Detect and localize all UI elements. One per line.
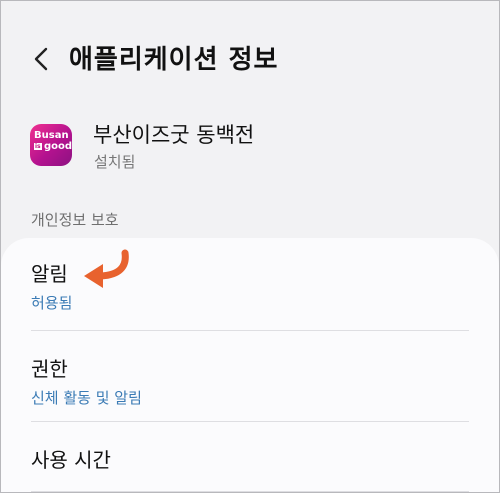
- section-header-privacy: 개인정보 보호: [31, 211, 119, 229]
- permissions-summary: 신체 활동 및 알림: [31, 389, 142, 407]
- app-icon-text-is: is: [34, 143, 42, 150]
- app-install-status: 설치됨: [94, 153, 136, 171]
- top-app-bar: 애플리케이션 정보: [1, 29, 499, 89]
- notifications-title: 알림: [31, 262, 68, 286]
- busan-is-good-app-icon: Busan is good: [30, 124, 72, 166]
- page-title: 애플리케이션 정보: [69, 45, 279, 75]
- divider: [31, 491, 469, 492]
- app-name: 부산이즈굿 동백전: [93, 123, 255, 147]
- notifications-item[interactable]: 알림 허용됨: [1, 238, 499, 330]
- app-summary: Busan is good 부산이즈굿 동백전 설치됨: [1, 109, 499, 185]
- notifications-status: 허용됨: [31, 294, 73, 312]
- app-icon-text-good: good: [44, 141, 72, 152]
- chevron-left-icon: [34, 47, 48, 71]
- permissions-item[interactable]: 권한 신체 활동 및 알림: [1, 331, 499, 421]
- back-button[interactable]: [23, 37, 63, 81]
- usage-time-title: 사용 시간: [31, 448, 111, 472]
- permissions-title: 권한: [31, 357, 68, 381]
- usage-time-item[interactable]: 사용 시간: [1, 422, 499, 492]
- app-icon-text-busan: Busan: [34, 130, 69, 141]
- app-info-screen: 애플리케이션 정보 Busan is good 부산이즈굿 동백전 설치됨 개인…: [0, 0, 500, 493]
- settings-card: 알림 허용됨 권한 신체 활동 및 알림 사용 시간: [1, 238, 499, 492]
